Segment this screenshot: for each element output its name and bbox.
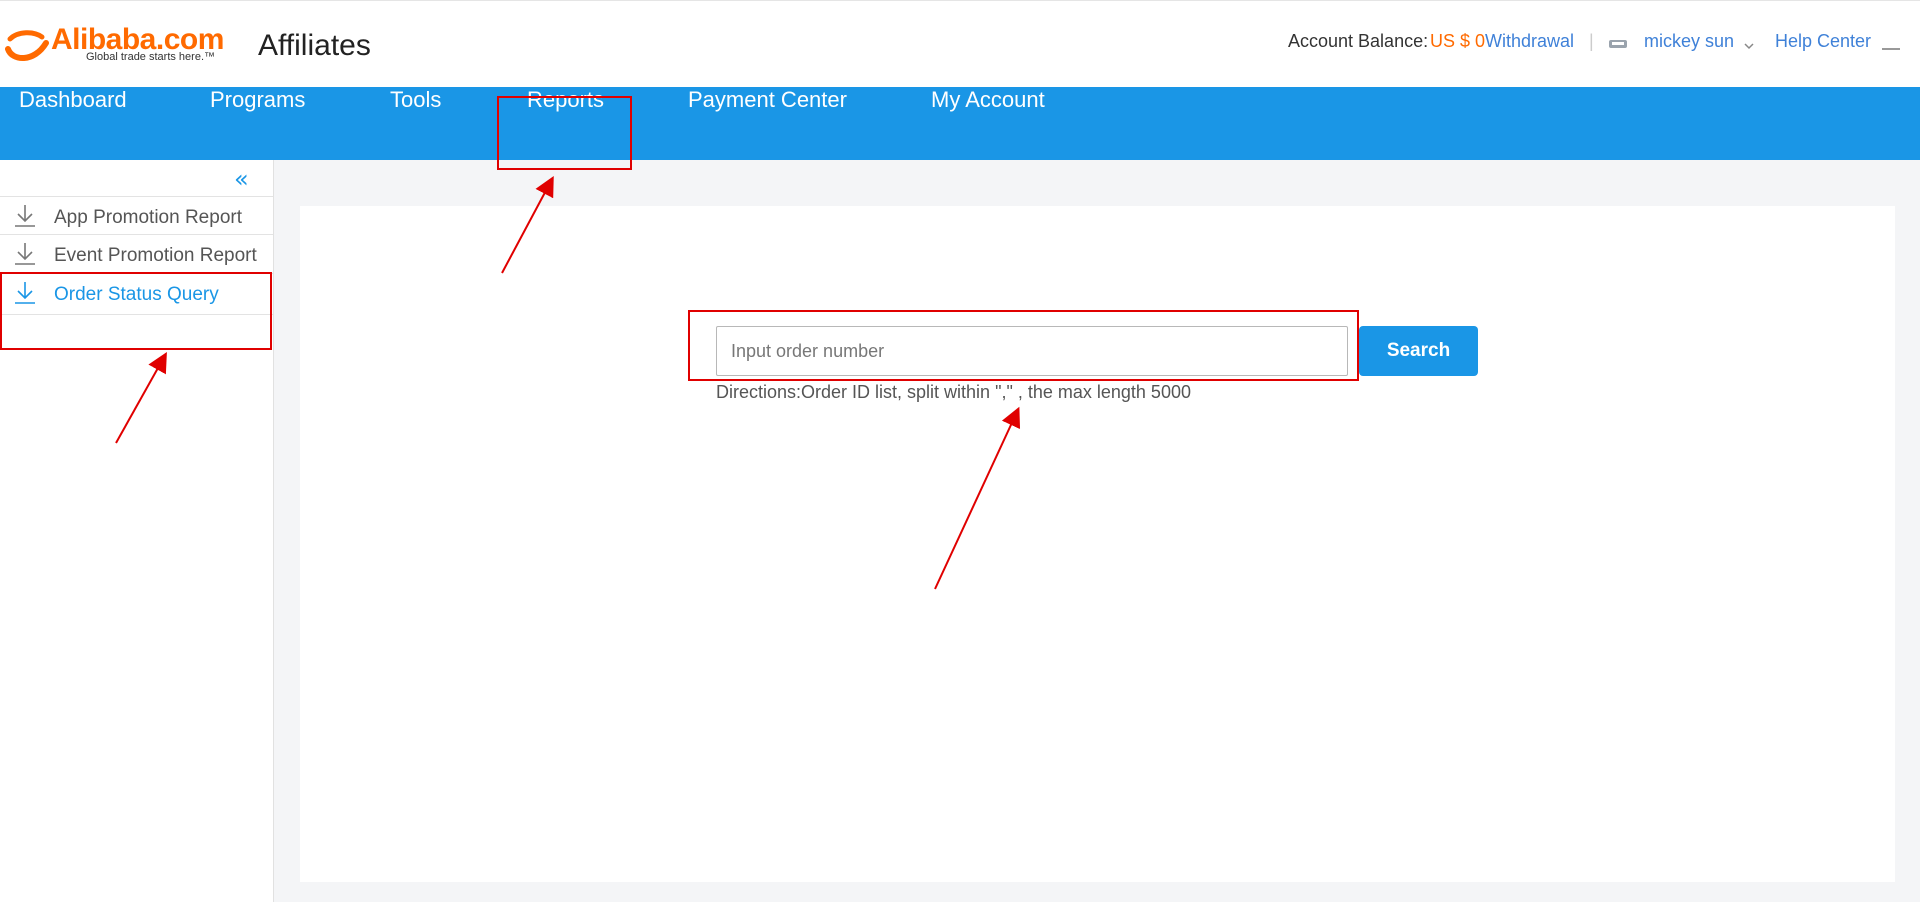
nav-dashboard[interactable]: Dashboard [19, 87, 127, 160]
sidebar-item-label: App Promotion Report [54, 207, 242, 228]
download-icon [13, 203, 37, 234]
help-center-link[interactable]: Help Center [1775, 31, 1871, 52]
main-panel: Search Directions:Order ID list, split w… [300, 206, 1895, 882]
download-icon [13, 280, 37, 311]
logo-tagline: Global trade starts here.™ [86, 51, 216, 63]
nav-my-account[interactable]: My Account [931, 87, 1045, 160]
sidebar-item-label: Order Status Query [54, 284, 219, 305]
search-directions: Directions:Order ID list, split within "… [716, 382, 1191, 402]
top-header: Alibaba.com Global trade starts here.™ A… [0, 0, 1920, 87]
alibaba-smile-icon [5, 30, 49, 61]
sidebar-item-order-status-query[interactable]: Order Status Query [0, 273, 273, 311]
download-icon [13, 241, 37, 272]
minimize-icon[interactable] [1882, 37, 1902, 58]
sidebar: « App Promotion Report Event Promotion R… [0, 160, 274, 902]
sidebar-item-event-promotion-report[interactable]: Event Promotion Report [0, 234, 273, 272]
main-nav: Dashboard Programs Tools Reports Payment… [0, 87, 1920, 160]
user-avatar-icon [1608, 34, 1628, 55]
balance-label: Account Balance: [1288, 31, 1429, 51]
nav-tools[interactable]: Tools [390, 87, 441, 160]
sidebar-item-label: Event Promotion Report [54, 245, 257, 266]
withdrawal-link[interactable]: Withdrawal [1485, 31, 1574, 52]
order-number-input[interactable] [716, 326, 1348, 376]
chevron-down-icon[interactable] [1743, 35, 1755, 56]
sidebar-item-app-promotion-report[interactable]: App Promotion Report [0, 196, 273, 234]
nav-programs[interactable]: Programs [210, 87, 305, 160]
nav-payment-center[interactable]: Payment Center [688, 87, 847, 160]
divider: | [1589, 31, 1594, 51]
user-menu[interactable]: mickey sun [1644, 31, 1734, 52]
app-title: Affiliates [258, 29, 371, 62]
search-button[interactable]: Search [1359, 326, 1478, 376]
divider [0, 314, 273, 315]
nav-reports[interactable]: Reports [527, 87, 604, 160]
alibaba-logo[interactable]: Alibaba.com Global trade starts here.™ [4, 23, 230, 67]
balance-value: US $ 0 [1430, 31, 1486, 51]
collapse-sidebar-icon[interactable]: « [234, 165, 249, 193]
